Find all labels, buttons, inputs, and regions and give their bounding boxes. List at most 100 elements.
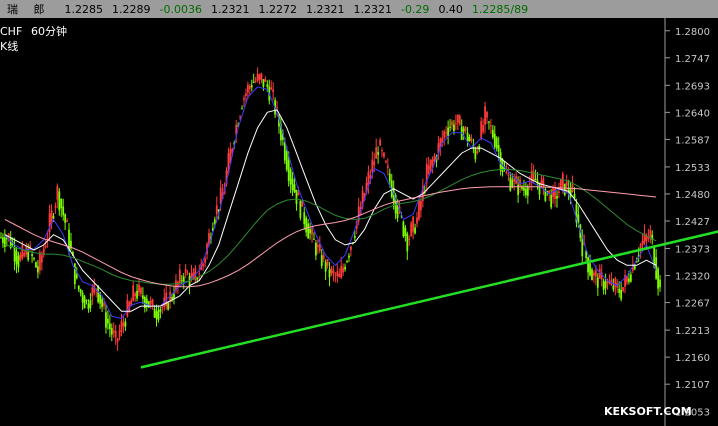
candle-body [126,299,129,317]
ask-price: 1.2289 [112,2,151,16]
candle-body [447,127,450,136]
candle-body [81,292,84,303]
price-chart[interactable]: 1.2800 1.2747 1.2693 1.2640 1.2587 1.2533 1.24… [0,18,718,426]
candle-body [388,173,391,182]
y-tick-label: 1.2213 [675,326,710,337]
candle-body [427,165,430,174]
candle-body [54,206,57,208]
candle-body [73,263,76,285]
candle-body [410,223,413,236]
candle-body [108,323,111,330]
change-value: -0.0036 [159,2,202,16]
candle-body [241,108,243,110]
candle-body [264,79,267,82]
low-price: 1.2272 [258,2,297,16]
y-tick-label: 1.2480 [675,190,710,201]
candle-body [412,216,415,232]
candle-body [511,179,514,188]
candle-body [404,227,407,237]
candle-body [528,183,531,185]
y-tick-label: 1.2533 [675,163,710,174]
candle-body [486,111,488,118]
candle-body [416,217,418,224]
candle-body [340,265,343,279]
candle-body [215,205,218,215]
candle-body [52,215,55,219]
candle-body [336,271,339,277]
candle-body [31,254,33,256]
candle-body [408,239,411,241]
y-tick-label: 1.2267 [675,299,710,310]
candle-body [21,245,24,259]
candle-body [431,159,434,166]
candle-body [402,221,405,237]
candle-body [406,233,409,252]
candle-body [305,217,308,233]
y-tick-label: 1.2160 [675,353,710,364]
candle-body [2,237,4,244]
candle-body [420,200,422,211]
candle-body [58,191,61,211]
candle-body [524,188,527,196]
candle-body [105,312,107,328]
candle-body [258,74,261,81]
candle-body [132,285,135,302]
candle-body [68,229,70,249]
candle-body [97,285,100,302]
high-price: 1.2321 [210,2,250,16]
candle-body [589,263,591,276]
candle-body [324,262,327,272]
y-tick-label: 1.2747 [675,54,710,65]
candle-body [350,246,352,251]
candle-body [385,161,387,163]
candle-body [87,303,90,310]
candle-body [443,131,446,138]
candle-body [291,178,294,191]
candle-body [316,245,319,247]
candle-body [77,285,80,290]
candle-body [326,259,329,266]
candle-body [167,303,170,310]
candle-body [83,296,86,309]
open-price: 1.2321 [305,2,345,16]
candle-body [182,276,185,282]
candle-body [497,144,500,152]
candle-body [180,280,183,282]
candle-body [153,308,156,318]
candle-body [593,272,595,276]
candle-body [474,149,477,160]
candle-body [243,98,245,100]
candle-body [270,87,273,90]
candle-body [40,255,43,263]
candle-body [248,86,251,89]
candle-body [458,115,461,125]
candle-body [33,258,35,260]
candle-body [13,246,16,262]
candle-body [641,240,644,245]
candle-body [184,268,187,273]
close-price: 1.2321 [353,2,392,16]
candle-body [136,290,138,299]
candle-body [141,295,144,299]
candle-body [542,178,545,187]
candle-body [548,190,551,193]
candle-body [101,299,103,308]
candle-body [250,85,253,88]
candle-body [429,159,432,170]
candle-body [262,79,265,87]
candle-body [507,174,510,176]
candle-body [629,274,632,282]
candle-body [114,330,117,338]
candle-body [64,214,67,223]
candle-body [476,151,479,154]
candle-body [456,114,459,123]
candle-body [299,201,302,218]
quote-header-bar: 瑞 郎 1.2285 1.2289 -0.0036 1.2321 1.2272 … [0,0,718,18]
candle-body [563,183,566,195]
candle-body [633,265,636,270]
candle-body [657,268,659,289]
candle-body [260,73,263,80]
candle-body [338,273,341,278]
candle-body [202,263,205,267]
candle-body [330,268,333,273]
